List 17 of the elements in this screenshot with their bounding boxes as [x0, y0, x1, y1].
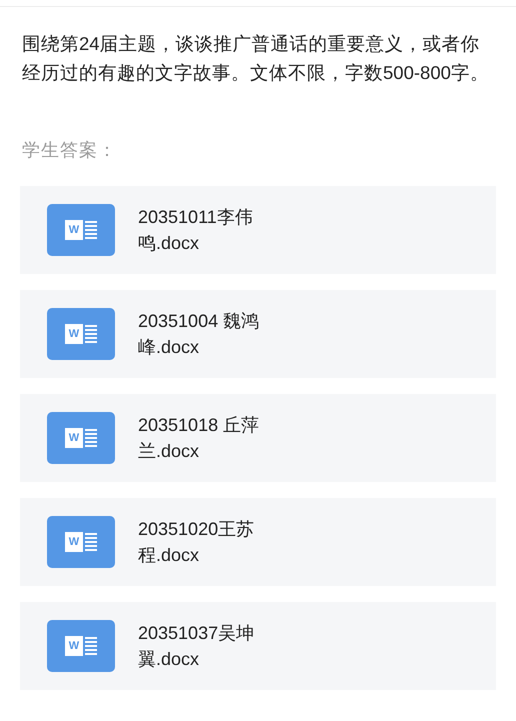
file-name: 20351020王苏 程.docx [138, 518, 254, 567]
word-file-icon: W [47, 412, 115, 464]
file-name: 20351011李伟 鸣.docx [138, 206, 253, 255]
file-card[interactable]: W 20351037吴坤 翼.docx [20, 602, 496, 690]
file-card[interactable]: W 20351004 魏鸿 峰.docx [20, 290, 496, 378]
word-file-icon: W [47, 204, 115, 256]
answers-label: 学生答案： [22, 139, 118, 162]
word-file-icon: W [47, 620, 115, 672]
file-name: 20351004 魏鸿 峰.docx [138, 310, 260, 359]
file-card[interactable]: W 20351011李伟 鸣.docx [20, 186, 496, 274]
file-name: 20351037吴坤 翼.docx [138, 622, 254, 671]
word-file-icon: W [47, 516, 115, 568]
file-card[interactable]: W 20351018 丘萍 兰.docx [20, 394, 496, 482]
file-card[interactable]: W 20351020王苏 程.docx [20, 498, 496, 586]
word-file-icon: W [47, 308, 115, 360]
question-text: 围绕第24届主题，谈谈推广普通话的重要意义，或者你经历过的有趣的文字故事。文体不限，字数500-800字。 [22, 32, 490, 85]
file-name: 20351018 丘萍 兰.docx [138, 414, 260, 463]
